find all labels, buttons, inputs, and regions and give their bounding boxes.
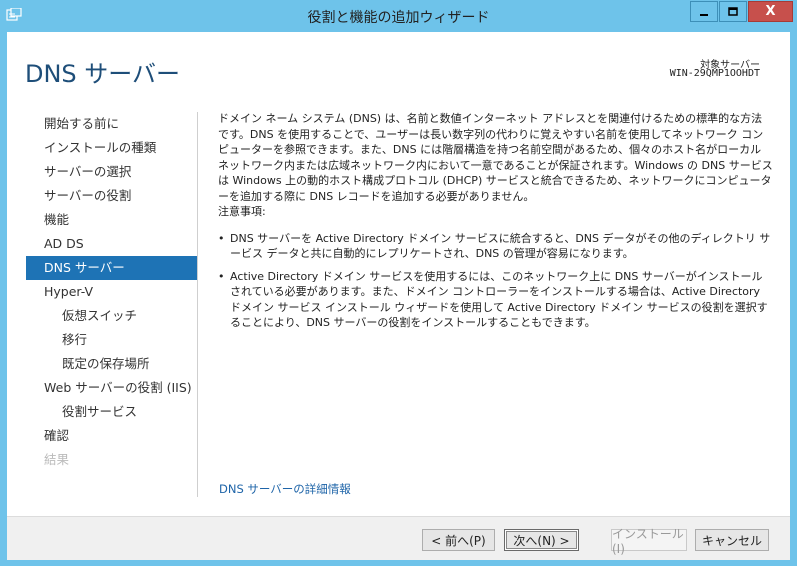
nav-item-server-selection[interactable]: サーバーの選択 [26, 160, 198, 184]
minimize-icon [700, 13, 708, 16]
nav-item-hyper-v[interactable]: Hyper-V [26, 280, 198, 304]
caution-heading: 注意事項: [218, 205, 266, 218]
minimize-button[interactable] [690, 1, 718, 22]
install-button: インストール(I) [611, 527, 687, 556]
next-button[interactable]: 次へ(N) > [504, 529, 579, 551]
nav-item-web-server-role[interactable]: Web サーバーの役割 (IIS) [26, 376, 198, 400]
button-bar: < 前へ(P) 次へ(N) > インストール(I) キャンセル [7, 516, 790, 560]
caution-list: DNS サーバーを Active Directory ドメイン サービスに統合す… [218, 231, 773, 331]
close-icon: X [765, 4, 776, 19]
nav-item-dns-server[interactable]: DNS サーバー [26, 256, 198, 280]
title-bar[interactable]: 役割と機能の追加ウィザード X [0, 0, 797, 32]
list-item: Active Directory ドメイン サービスを使用するには、このネットワ… [218, 269, 773, 331]
wizard-window: 役割と機能の追加ウィザード X DNS サーバー 対象サーバー WIN-29QM… [0, 0, 797, 566]
nav-item-features[interactable]: 機能 [26, 208, 198, 232]
nav-item-before-you-begin[interactable]: 開始する前に [26, 112, 198, 136]
maximize-icon [728, 6, 738, 16]
nav-divider [197, 112, 198, 497]
intro-text: ドメイン ネーム システム (DNS) は、名前と数値インターネット アドレスと… [218, 112, 773, 203]
previous-button[interactable]: < 前へ(P) [422, 529, 495, 551]
nav-item-results: 結果 [44, 452, 70, 467]
nav-item-role-services[interactable]: 役割サービス [26, 400, 198, 424]
content-pane: ドメイン ネーム システム (DNS) は、名前と数値インターネット アドレスと… [218, 111, 773, 338]
nav-item-default-stores[interactable]: 既定の保存場所 [26, 352, 198, 376]
cancel-button[interactable]: キャンセル [695, 529, 769, 551]
maximize-button[interactable] [719, 1, 747, 22]
wizard-body: DNS サーバー 対象サーバー WIN-29QMP1OOHDT 開始する前に イ… [7, 32, 790, 560]
nav-item-virtual-switches[interactable]: 仮想スイッチ [26, 304, 198, 328]
close-button[interactable]: X [748, 1, 793, 22]
list-item: DNS サーバーを Active Directory ドメイン サービスに統合す… [218, 231, 773, 262]
target-server-name: WIN-29QMP1OOHDT [669, 68, 760, 79]
nav-item-installation-type[interactable]: インストールの種類 [26, 136, 198, 160]
window-title: 役割と機能の追加ウィザード [307, 10, 490, 26]
page-title: DNS サーバー [25, 60, 181, 88]
more-info-link[interactable]: DNS サーバーの詳細情報 [219, 481, 351, 497]
nav-item-confirmation[interactable]: 確認 [26, 424, 198, 448]
wizard-nav: 開始する前に インストールの種類 サーバーの選択 サーバーの役割 機能 AD D… [26, 112, 198, 472]
nav-item-migration[interactable]: 移行 [26, 328, 198, 352]
page-header: DNS サーバー 対象サーバー WIN-29QMP1OOHDT [7, 32, 790, 102]
nav-item-ad-ds[interactable]: AD DS [26, 232, 198, 256]
nav-item-server-roles[interactable]: サーバーの役割 [26, 184, 198, 208]
